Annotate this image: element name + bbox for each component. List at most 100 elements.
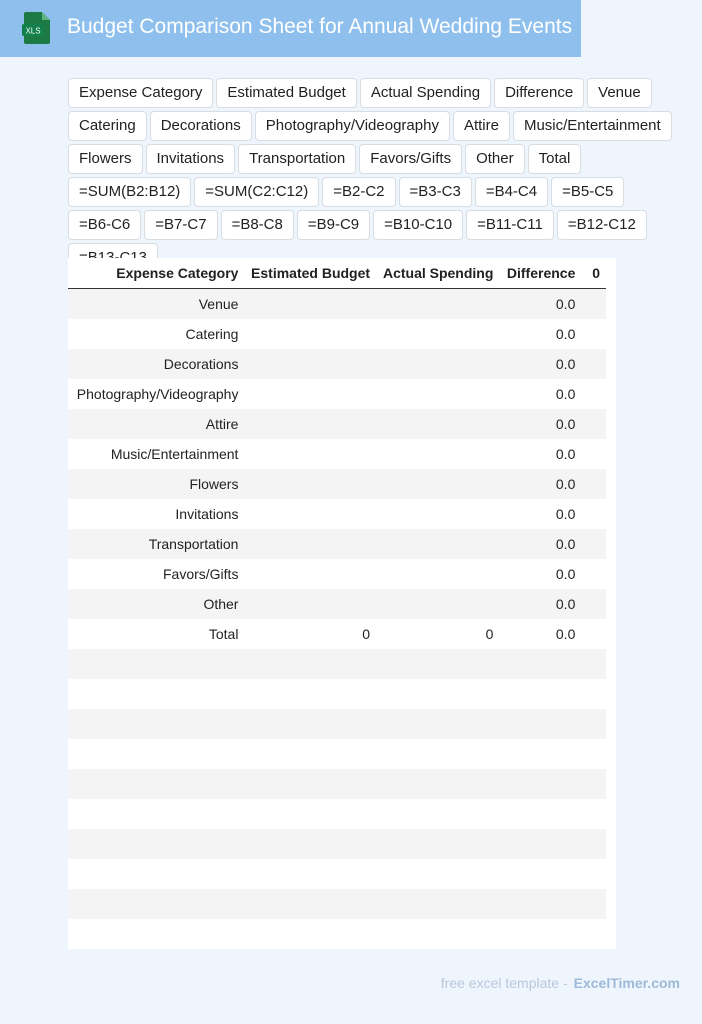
extra-cell xyxy=(581,409,606,439)
expense-category-cell xyxy=(68,829,245,859)
extra-cell xyxy=(581,919,606,949)
difference-cell: 0.0 xyxy=(499,499,582,529)
extra-cell xyxy=(581,469,606,499)
difference-cell xyxy=(499,799,582,829)
column-header-estimated-budget: Estimated Budget xyxy=(244,258,377,289)
table-row: 7Invitations0.0 xyxy=(68,499,606,529)
difference-cell: 0.0 xyxy=(499,529,582,559)
actual-spending-cell xyxy=(376,919,500,949)
column-header-difference: Difference xyxy=(499,258,582,289)
difference-cell: 0.0 xyxy=(499,439,582,469)
extra-cell xyxy=(581,499,606,529)
expense-category-cell: Favors/Gifts xyxy=(68,559,245,589)
estimated-budget-cell xyxy=(244,679,377,709)
estimated-budget-cell xyxy=(244,589,377,619)
extra-cell xyxy=(581,679,606,709)
estimated-budget-cell xyxy=(244,889,377,919)
extra-cell xyxy=(581,859,606,889)
actual-spending-cell xyxy=(376,349,500,379)
estimated-budget-cell xyxy=(244,499,377,529)
actual-spending-cell xyxy=(376,469,500,499)
expense-category-cell: Other xyxy=(68,589,245,619)
estimated-budget-cell xyxy=(244,769,377,799)
table-row: 1Total000.0 xyxy=(68,619,606,649)
cell-value-chip: Estimated Budget xyxy=(216,78,357,108)
expense-category-cell xyxy=(68,799,245,829)
cell-value-chip: =B7-C7 xyxy=(144,210,218,240)
cell-value-chip: Decorations xyxy=(149,111,252,141)
estimated-budget-cell xyxy=(244,529,377,559)
difference-cell xyxy=(499,709,582,739)
expense-category-cell: Photography/Videography xyxy=(68,379,245,409)
estimated-budget-cell xyxy=(244,709,377,739)
table-row: 1Catering0.0 xyxy=(68,319,606,349)
expense-category-cell: Catering xyxy=(68,319,245,349)
footer-brand-link[interactable]: ExcelTimer.com xyxy=(574,975,680,991)
estimated-budget-cell xyxy=(244,799,377,829)
table-row: 8Transportation0.0 xyxy=(68,529,606,559)
actual-spending-cell xyxy=(376,379,500,409)
actual-spending-cell xyxy=(376,589,500,619)
extra-cell xyxy=(581,319,606,349)
expense-category-cell: Attire xyxy=(68,409,245,439)
actual-spending-cell: 0 xyxy=(376,619,500,649)
difference-cell xyxy=(499,889,582,919)
table-row: 0Other0.0 xyxy=(68,589,606,619)
estimated-budget-cell xyxy=(244,829,377,859)
difference-cell: 0.0 xyxy=(499,619,582,649)
extra-cell xyxy=(581,349,606,379)
page-title: Budget Comparison Sheet for Annual Weddi… xyxy=(67,15,573,38)
difference-cell xyxy=(499,769,582,799)
extra-cell xyxy=(581,559,606,589)
cell-value-chip: Music/Entertainment xyxy=(512,111,672,141)
table-row: 5 xyxy=(68,739,606,769)
extra-cell xyxy=(581,288,606,319)
estimated-budget-cell xyxy=(244,739,377,769)
difference-cell: 0.0 xyxy=(499,379,582,409)
cell-value-chip: Expense Category xyxy=(68,78,214,108)
estimated-budget-cell xyxy=(244,469,377,499)
difference-cell xyxy=(499,679,582,709)
table-row: 6 xyxy=(68,769,606,799)
table-row: 9Favors/Gifts0.0 xyxy=(68,559,606,589)
estimated-budget-cell xyxy=(244,559,377,589)
difference-cell xyxy=(499,919,582,949)
title-bar: XLS Budget Comparison Sheet for Annual W… xyxy=(0,0,581,57)
extra-cell xyxy=(581,829,606,859)
data-table: Expense Category Estimated Budget Actual… xyxy=(68,258,606,949)
table-row: 2Decorations0.0 xyxy=(68,349,606,379)
actual-spending-cell xyxy=(376,859,500,889)
estimated-budget-cell: 0 xyxy=(244,619,377,649)
table-row: 1 xyxy=(68,919,606,949)
table-row: 6Flowers0.0 xyxy=(68,469,606,499)
cell-value-chip: Favors/Gifts xyxy=(359,144,463,174)
cell-value-chip: Catering xyxy=(68,111,147,141)
cell-value-chip: =B11-C11 xyxy=(466,210,554,240)
extra-cell xyxy=(581,439,606,469)
difference-cell xyxy=(499,649,582,679)
expense-category-cell: Flowers xyxy=(68,469,245,499)
expense-category-cell xyxy=(68,739,245,769)
expense-category-cell: Decorations xyxy=(68,349,245,379)
excel-file-icon: XLS xyxy=(22,12,50,44)
cell-value-chip: Flowers xyxy=(68,144,143,174)
column-header-zero: 0 xyxy=(581,258,606,289)
expense-category-cell: Venue xyxy=(68,288,245,319)
difference-cell: 0.0 xyxy=(499,409,582,439)
column-header-expense-category: Expense Category xyxy=(68,258,245,289)
estimated-budget-cell xyxy=(244,649,377,679)
actual-spending-cell xyxy=(376,829,500,859)
cell-value-chip: =B6-C6 xyxy=(68,210,142,240)
expense-category-cell xyxy=(68,769,245,799)
expense-category-cell: Invitations xyxy=(68,499,245,529)
table-row: 9 xyxy=(68,859,606,889)
table-row: 7 xyxy=(68,799,606,829)
actual-spending-cell xyxy=(376,499,500,529)
cell-value-chip: =B2-C2 xyxy=(322,177,396,207)
table-row: 3 xyxy=(68,679,606,709)
table-row: 5Music/Entertainment0.0 xyxy=(68,439,606,469)
estimated-budget-cell xyxy=(244,288,377,319)
cell-value-chip: Total xyxy=(527,144,582,174)
actual-spending-cell xyxy=(376,559,500,589)
estimated-budget-cell xyxy=(244,409,377,439)
